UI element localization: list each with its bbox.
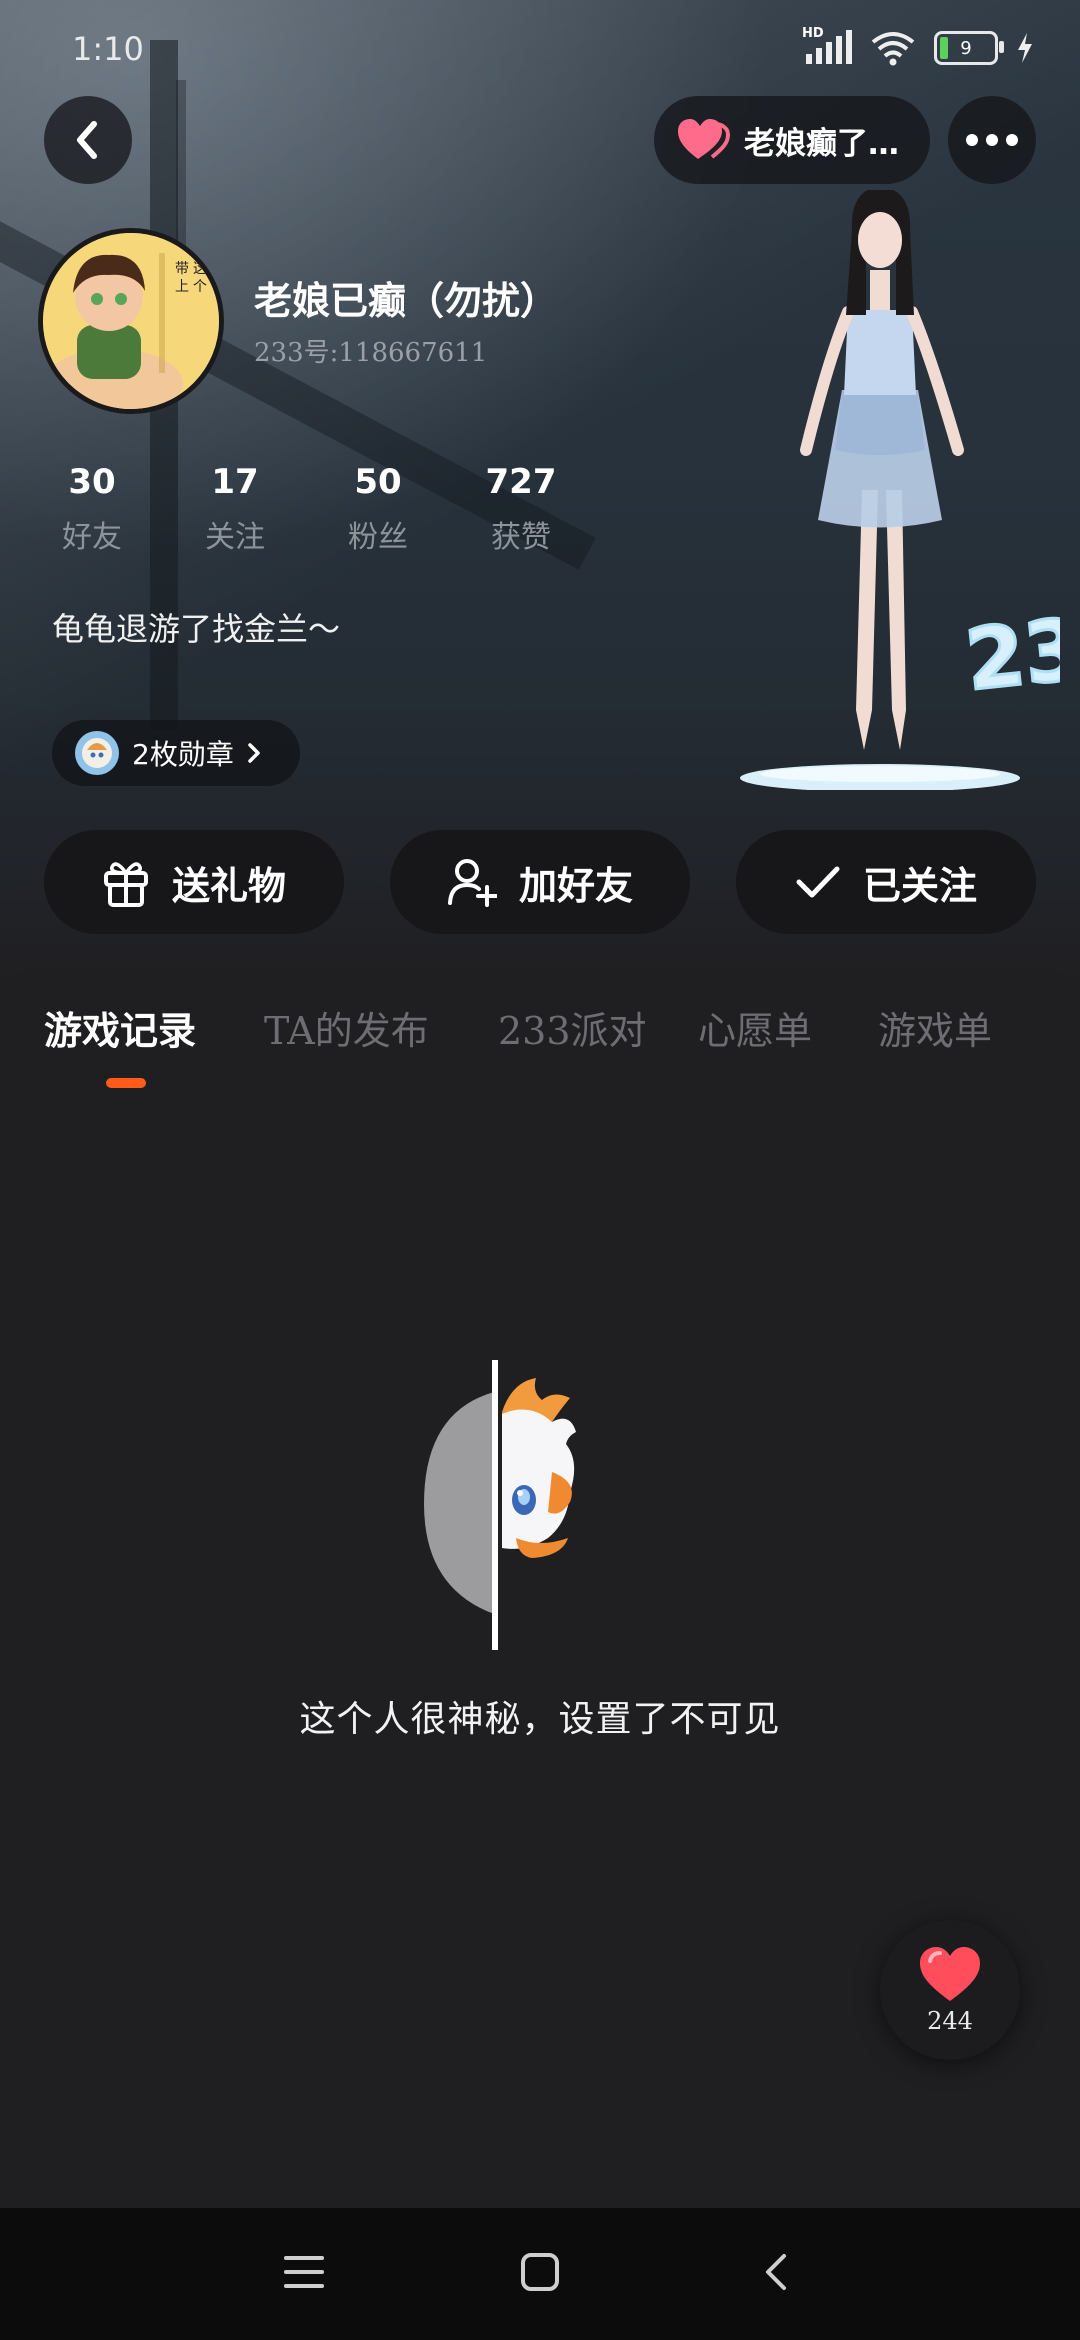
- more-button[interactable]: [948, 96, 1036, 184]
- hidden-content-illustration: [424, 1360, 576, 1650]
- following-label: 已关注: [862, 863, 977, 908]
- charging-icon: [1018, 33, 1032, 63]
- status-time: 1:10: [72, 30, 144, 68]
- battery-level: 9: [960, 37, 972, 59]
- system-nav-bar: [0, 2208, 1080, 2340]
- stat-value: 50: [354, 462, 402, 502]
- empty-state-text: 这个人很神秘，设置了不可见: [299, 1699, 781, 1740]
- menu-icon[interactable]: [284, 2254, 324, 2290]
- home-icon[interactable]: [520, 2252, 560, 2292]
- avatar[interactable]: 带 上 这 个: [38, 228, 224, 414]
- status-icons: HD 9: [802, 26, 1034, 68]
- stat-fans[interactable]: 50 粉丝: [318, 462, 438, 556]
- profile-bio: 龟龟退游了找金兰～: [52, 610, 341, 648]
- wifi-icon: [871, 32, 915, 66]
- stat-value: 727: [485, 462, 557, 502]
- stat-label: 好友: [62, 520, 122, 555]
- heart-icon: [920, 1947, 980, 2001]
- stat-value: 17: [211, 462, 259, 502]
- stat-value: 30: [68, 462, 116, 502]
- more-icon: [966, 134, 1018, 146]
- network-label: HD: [802, 26, 824, 41]
- heart-icon: [678, 119, 731, 159]
- pet-nickname: 老娘癫了…: [744, 125, 899, 162]
- platform-text: 233: [961, 594, 1060, 710]
- tab-wishlist[interactable]: 心愿单: [698, 1000, 812, 1055]
- svg-text:上: 上: [175, 279, 189, 295]
- badges-button[interactable]: 2枚勋章: [52, 720, 300, 786]
- battery-icon: 9: [934, 31, 1004, 65]
- tab-ta-posts[interactable]: TA的发布: [264, 1000, 429, 1055]
- badge-icon: [75, 731, 119, 775]
- stat-label: 获赞: [491, 520, 551, 555]
- check-icon: [796, 866, 840, 898]
- following-button[interactable]: 已关注: [736, 830, 1036, 934]
- like-button[interactable]: 244: [880, 1920, 1020, 2060]
- tab-233-party[interactable]: 233派对: [498, 1000, 647, 1055]
- add-user-icon: [447, 859, 497, 907]
- svg-text:带: 带: [175, 261, 189, 277]
- like-count: 244: [927, 2007, 973, 2035]
- nav-back-icon[interactable]: [762, 2252, 790, 2292]
- stat-likes[interactable]: 727 获赞: [461, 462, 581, 556]
- profile-uid[interactable]: 233号:118667611: [254, 332, 487, 369]
- tab-game-list[interactable]: 游戏单: [878, 1000, 992, 1055]
- svg-text:个: 个: [193, 279, 207, 295]
- stat-label: 关注: [205, 520, 265, 555]
- send-gift-button[interactable]: 送礼物: [44, 830, 344, 934]
- signal-icon: HD: [802, 26, 852, 66]
- stat-following[interactable]: 17 关注: [175, 462, 295, 556]
- add-friend-label: 加好友: [518, 863, 633, 908]
- gift-icon: [103, 862, 148, 907]
- badges-label: 2枚勋章: [132, 738, 234, 771]
- avatar-image: 带 上 这 个: [43, 233, 219, 409]
- stat-label: 粉丝: [348, 520, 408, 555]
- back-button[interactable]: [44, 96, 132, 184]
- back-icon: [77, 121, 97, 159]
- add-friend-button[interactable]: 加好友: [390, 830, 690, 934]
- avatar-3d-figure[interactable]: 233: [720, 190, 1060, 790]
- tab-game-records[interactable]: 游戏记录: [44, 1000, 196, 1055]
- tab-indicator: [106, 1078, 146, 1088]
- chevron-right-icon: [248, 743, 260, 763]
- pet-nickname-pill[interactable]: 老娘癫了…: [654, 96, 930, 184]
- profile-nickname: 老娘已癫（勿扰）: [254, 279, 559, 323]
- stat-friends[interactable]: 30 好友: [32, 462, 152, 556]
- send-gift-label: 送礼物: [171, 863, 286, 908]
